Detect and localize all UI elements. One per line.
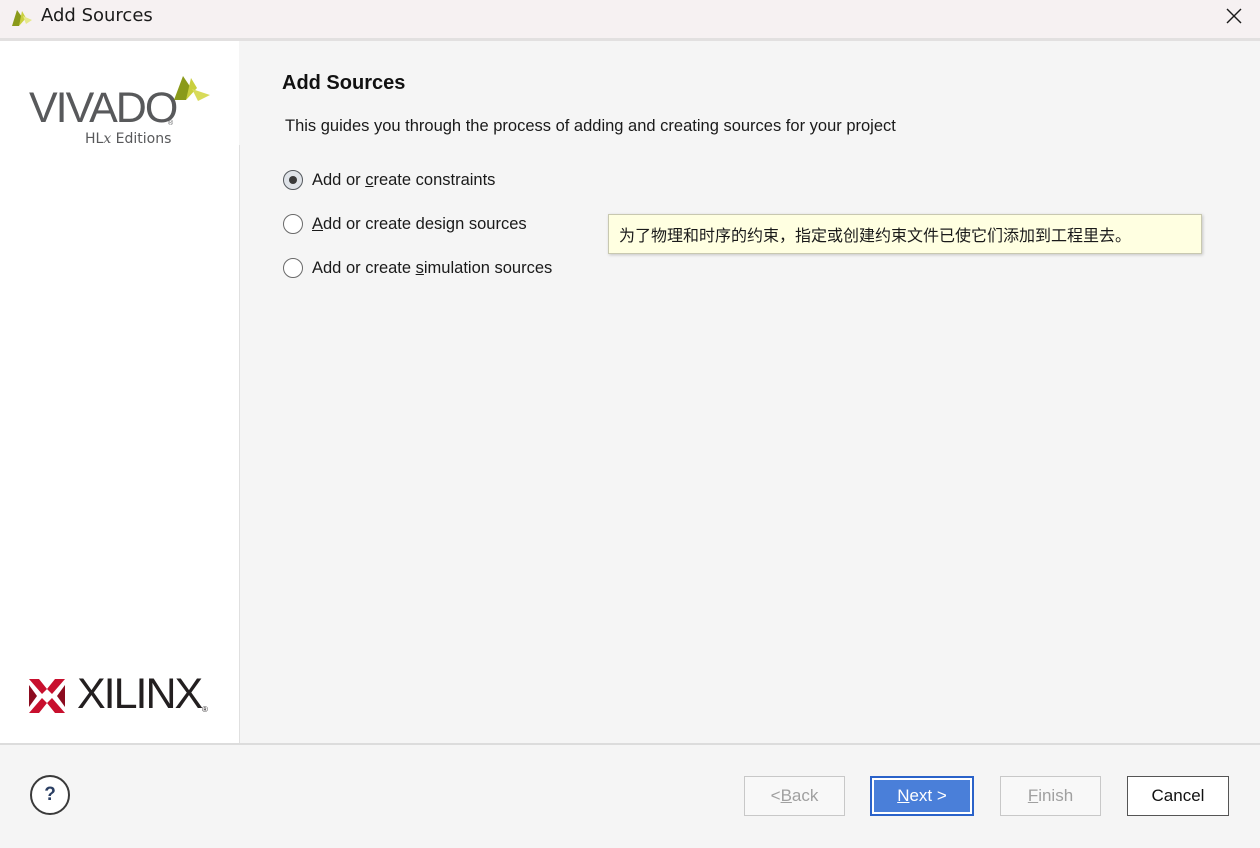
vivado-edition-label: HLx Editions [85, 131, 172, 147]
xilinx-logo: XILINX ® [28, 670, 218, 718]
vivado-wordmark: VIVADO [29, 84, 178, 132]
vivado-logo-icon [12, 10, 32, 26]
radio-option-design-sources[interactable]: Add or create design sources [283, 212, 527, 236]
xilinx-mark-icon [29, 679, 65, 713]
help-button[interactable]: ? [30, 775, 70, 815]
finish-button[interactable]: Finish [1000, 776, 1101, 816]
xilinx-wordmark: XILINX [77, 670, 203, 718]
radio-label-design-sources: Add or create design sources [312, 214, 527, 233]
radio-button-design-sources[interactable] [283, 214, 303, 234]
sidebar-divider [239, 145, 240, 743]
radio-button-simulation-sources[interactable] [283, 258, 303, 278]
vivado-logo: VIVADO ® HLx Editions [26, 70, 216, 150]
page-description: This guides you through the process of a… [285, 117, 896, 135]
radio-button-constraints[interactable] [283, 170, 303, 190]
radio-option-constraints[interactable]: Add or create constraints [283, 168, 495, 192]
title-bar: Add Sources [0, 0, 1260, 41]
next-button[interactable]: Next > [870, 776, 974, 816]
page-title: Add Sources [282, 72, 406, 94]
radio-label-simulation-sources: Add or create simulation sources [312, 258, 553, 277]
vivado-chevron-icon [174, 76, 210, 101]
window-title: Add Sources [41, 5, 153, 26]
close-icon [1226, 8, 1242, 24]
back-button[interactable]: < Back [744, 776, 845, 816]
tooltip: 为了物理和时序的约束，指定或创建约束文件已使它们添加到工程里去。 [608, 214, 1202, 254]
vivado-registered-mark: ® [168, 120, 174, 127]
close-button[interactable] [1208, 0, 1260, 32]
radio-option-simulation-sources[interactable]: Add or create simulation sources [283, 256, 552, 280]
xilinx-registered-mark: ® [202, 705, 208, 714]
cancel-button[interactable]: Cancel [1127, 776, 1229, 816]
radio-label-constraints: Add or create constraints [312, 170, 496, 189]
